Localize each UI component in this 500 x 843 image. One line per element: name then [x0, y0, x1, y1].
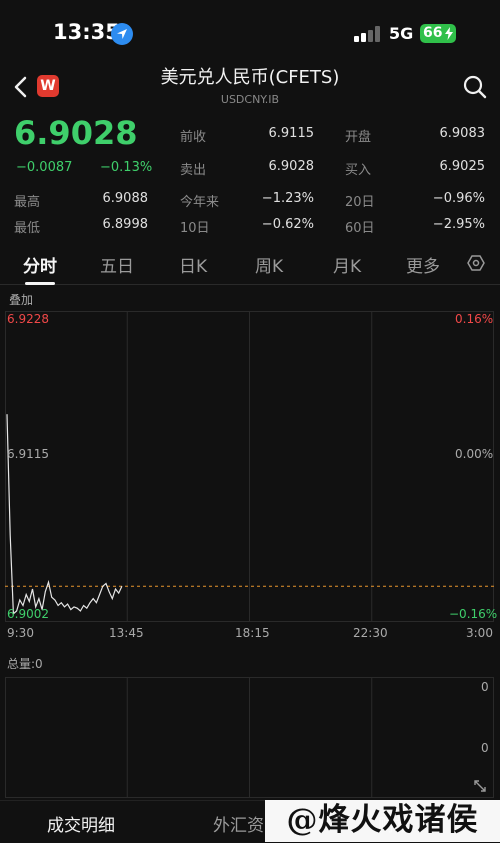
stat-value-high: 6.9088 [102, 191, 149, 206]
battery-icon: 66 [420, 24, 456, 43]
stat-value-10d: −0.62% [261, 217, 314, 232]
status-time: 13:35 [53, 20, 120, 44]
price-series-line [6, 414, 123, 615]
volume-chart [5, 677, 494, 798]
tab-monthly-k[interactable]: 月K [333, 252, 361, 277]
x-tick-label: 3:00 [466, 626, 493, 640]
settings-hexagon-icon[interactable] [467, 254, 485, 276]
stat-label-open: 开盘 [345, 130, 372, 145]
chart-period-tabs: 分时 五日 日K 周K 月K 更多 [0, 244, 500, 285]
search-icon[interactable] [463, 75, 487, 103]
stat-label-20d: 20日 [345, 195, 375, 210]
x-tick-label: 22:30 [353, 626, 388, 640]
current-price: 6.9028 [14, 114, 138, 152]
stat-label-bid: 买入 [345, 163, 372, 178]
page-title: 美元兑人民币(CFETS) [160, 67, 340, 88]
battery-level: 66 [423, 25, 443, 41]
y-axis-max-label: 6.9228 [7, 312, 49, 326]
x-tick-label: 9:30 [7, 626, 34, 640]
stat-value-bid: 6.9025 [439, 159, 486, 174]
location-arrow-icon [111, 23, 133, 45]
price-change: −0.0087 [16, 160, 73, 175]
y-axis-right-max-label: 0.16% [455, 312, 494, 326]
y-axis-right-mid-label: 0.00% [455, 447, 494, 461]
stat-value-60d: −2.95% [432, 217, 485, 232]
header: W 美元兑人民币(CFETS) USDCNY.IB [0, 58, 500, 114]
x-tick-label: 13:45 [109, 626, 144, 640]
stat-label-high: 最高 [14, 195, 41, 210]
stat-label-prev-close: 前收 [180, 130, 207, 145]
stat-value-open: 6.9083 [439, 126, 486, 141]
stat-value-ask: 6.9028 [268, 159, 315, 174]
stat-label-60d: 60日 [345, 221, 375, 236]
volume-axis-top-label: 0 [481, 680, 489, 694]
watermark-text: @烽火戏诸侯 [265, 800, 500, 842]
stat-value-low: 6.8998 [102, 217, 149, 232]
tab-five-day[interactable]: 五日 [100, 252, 134, 277]
page-subtitle: USDCNY.IB [220, 93, 280, 106]
intraday-price-chart [5, 311, 494, 622]
y-axis-mid-label: 6.9115 [7, 447, 49, 461]
tab-weekly-k[interactable]: 周K [255, 252, 283, 277]
stat-label-10d: 10日 [180, 221, 210, 236]
signal-strength-icon [354, 26, 382, 42]
tab-daily-k[interactable]: 日K [179, 252, 207, 277]
y-axis-min-label: 6.9002 [7, 607, 49, 621]
expand-icon[interactable] [473, 778, 487, 797]
stat-value-20d: −0.96% [432, 191, 485, 206]
tab-intraday[interactable]: 分时 [23, 252, 57, 277]
stat-label-ask: 卖出 [180, 163, 207, 178]
stat-label-ytd: 今年来 [180, 195, 220, 210]
active-tab-indicator [25, 282, 55, 285]
tab-more[interactable]: 更多 [406, 252, 440, 277]
x-tick-label: 18:15 [235, 626, 270, 640]
tab-trade-details[interactable]: 成交明细 [47, 811, 115, 836]
stat-value-ytd: −1.23% [261, 191, 314, 206]
volume-axis-mid-label: 0 [481, 741, 489, 755]
stat-label-low: 最低 [14, 221, 41, 236]
overlay-button[interactable]: 叠加 [9, 291, 33, 308]
y-axis-right-min-label: −0.16% [449, 607, 498, 621]
tab-forex-info[interactable]: 外汇资 [213, 811, 264, 836]
price-change-percent: −0.13% [100, 160, 153, 175]
status-bar: 13:35 5G 66 [0, 0, 500, 64]
volume-total-label: 总量:0 [7, 657, 43, 671]
stat-value-prev-close: 6.9115 [268, 126, 315, 141]
network-type: 5G [389, 24, 414, 43]
